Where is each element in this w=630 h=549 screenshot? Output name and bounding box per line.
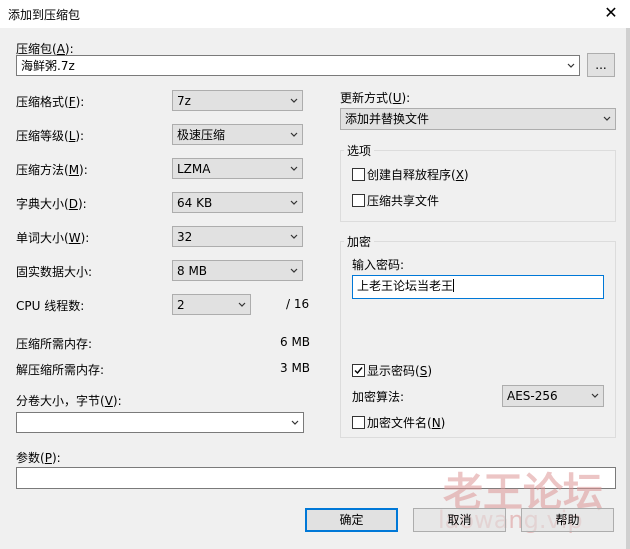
format-select[interactable]: 7z: [172, 90, 303, 111]
word-select[interactable]: 32: [172, 226, 303, 247]
window-edge: [626, 28, 630, 549]
method-label: 压缩方法(M):: [16, 163, 88, 177]
format-label: 压缩格式(F):: [16, 95, 85, 109]
update-label: 更新方式(U):: [340, 91, 411, 105]
chevron-down-icon: [591, 393, 599, 398]
level-select[interactable]: 极速压缩: [172, 124, 303, 145]
encrypt-names-checkbox[interactable]: [352, 416, 365, 429]
threads-select[interactable]: 2: [172, 294, 251, 315]
update-select[interactable]: 添加并替换文件: [340, 108, 616, 130]
mem-decompress-label: 解压缩所需内存:: [16, 363, 105, 377]
solid-select[interactable]: 8 MB: [172, 260, 303, 281]
chevron-down-icon: [290, 132, 298, 137]
browse-button[interactable]: ...: [587, 53, 615, 77]
mem-decompress-value: 3 MB: [280, 361, 311, 375]
password-input[interactable]: 上老王论坛当老王: [352, 275, 604, 299]
chevron-down-icon: [238, 302, 246, 307]
solid-label: 固实数据大小:: [16, 265, 93, 279]
chevron-down-icon: [290, 268, 298, 273]
volume-label: 分卷大小，字节(V):: [16, 394, 122, 408]
word-label: 单词大小(W):: [16, 231, 90, 245]
help-button[interactable]: 帮助: [521, 508, 614, 532]
close-icon[interactable]: ✕: [600, 3, 622, 23]
mem-compress-label: 压缩所需内存:: [16, 337, 93, 351]
ok-button[interactable]: 确定: [305, 508, 398, 532]
chevron-down-icon: [290, 234, 298, 239]
chevron-down-icon: [290, 98, 298, 103]
threads-total: / 16: [286, 297, 310, 311]
encrypt-names-label: 加密文件名(N): [367, 416, 446, 430]
cancel-button[interactable]: 取消: [413, 508, 506, 532]
archive-path-value: 海鲜粥.7z: [21, 59, 75, 73]
method-select[interactable]: LZMA: [172, 158, 303, 179]
level-label: 压缩等级(L):: [16, 129, 85, 143]
params-label: 参数(P):: [16, 451, 61, 465]
show-password-checkbox[interactable]: [352, 364, 365, 377]
text-cursor: [453, 279, 455, 292]
chevron-down-icon: [567, 63, 575, 68]
dict-select[interactable]: 64 KB: [172, 192, 303, 213]
threads-label: CPU 线程数:: [16, 299, 85, 313]
algorithm-label: 加密算法:: [352, 390, 405, 404]
encryption-title: 加密: [344, 233, 375, 250]
algorithm-select[interactable]: AES-256: [502, 385, 604, 407]
chevron-down-icon: [291, 420, 299, 425]
checkmark-icon: [354, 367, 363, 375]
window-title: 添加到压缩包: [8, 8, 81, 22]
mem-compress-value: 6 MB: [280, 335, 311, 349]
password-label: 输入密码:: [352, 258, 405, 272]
chevron-down-icon: [603, 116, 611, 121]
params-input[interactable]: [16, 467, 616, 489]
chevron-down-icon: [290, 200, 298, 205]
volume-combo[interactable]: [16, 412, 304, 433]
options-title: 选项: [344, 142, 375, 159]
chevron-down-icon: [290, 166, 298, 171]
sfx-checkbox[interactable]: [352, 168, 365, 181]
shared-label: 压缩共享文件: [367, 194, 440, 208]
shared-checkbox[interactable]: [352, 194, 365, 207]
show-password-label: 显示密码(S): [367, 364, 432, 378]
title-bar: [0, 0, 630, 28]
dict-label: 字典大小(D):: [16, 197, 87, 211]
archive-path-combo[interactable]: 海鲜粥.7z: [16, 55, 580, 76]
sfx-label: 创建自释放程序(X): [367, 168, 469, 182]
options-group: [340, 150, 616, 222]
